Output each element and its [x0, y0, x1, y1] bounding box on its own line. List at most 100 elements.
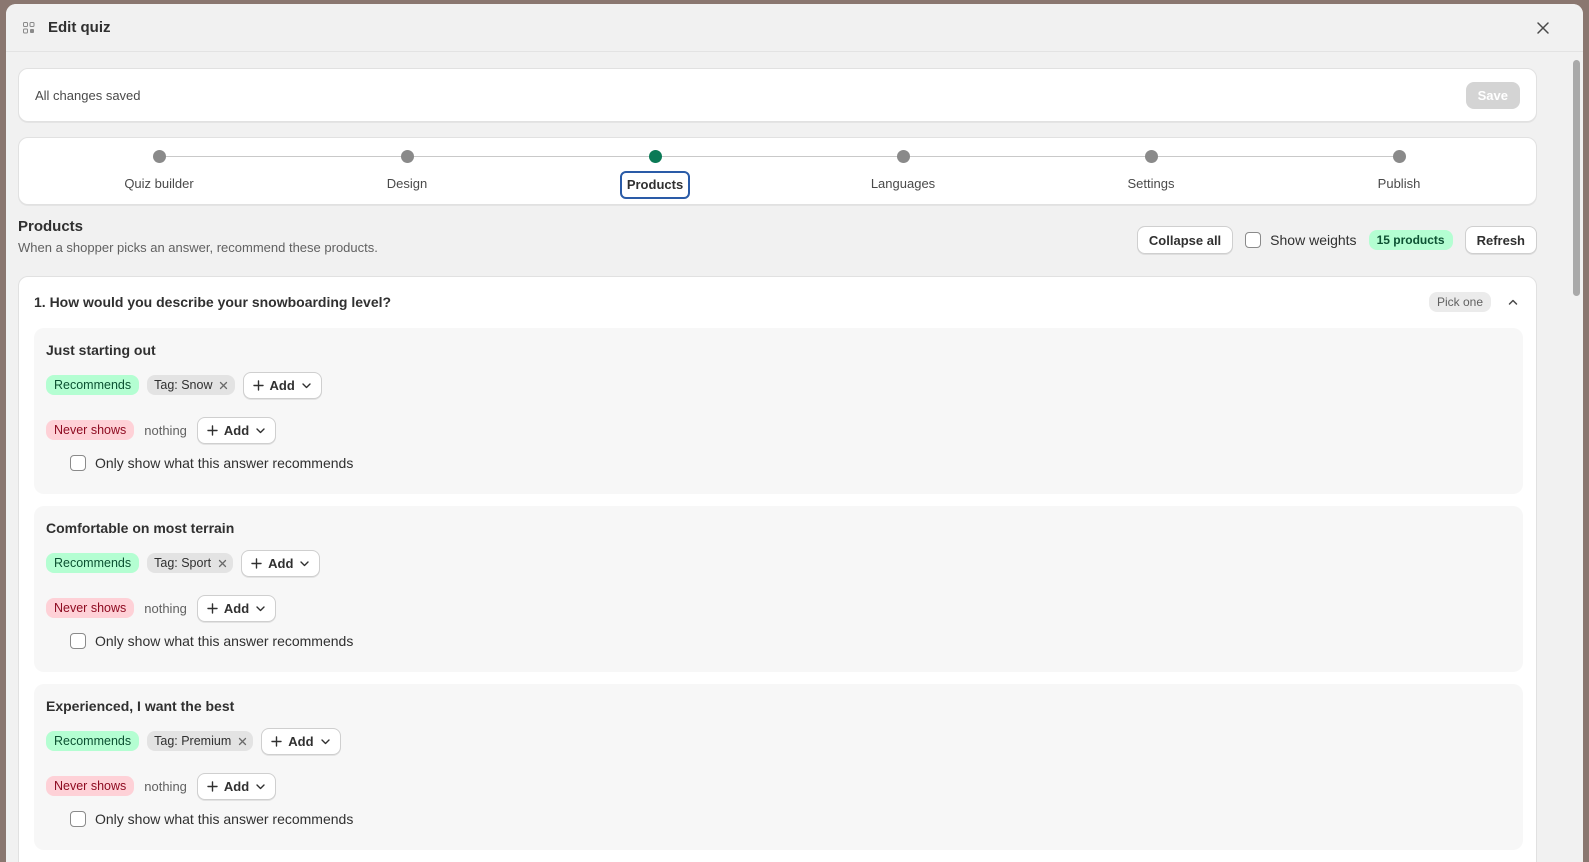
collapse-all-button[interactable]: Collapse all — [1136, 226, 1234, 254]
answer-title: Experienced, I want the best — [46, 698, 235, 714]
add-recommend-button[interactable]: Add — [261, 727, 341, 755]
add-label: Add — [223, 778, 250, 794]
only-show-label: Only show what this answer recommends — [95, 455, 354, 471]
answer-card: Just starting out Recommends Tag: Snow A… — [34, 328, 1523, 494]
answer-title: Just starting out — [46, 342, 156, 358]
step-label: Languages — [870, 176, 936, 191]
plus-icon — [207, 780, 218, 792]
tag-label: Tag: Sport — [154, 556, 212, 570]
modal-header: Edit quiz — [6, 4, 1583, 52]
add-recommend-button[interactable]: Add — [242, 371, 322, 399]
add-exclude-button[interactable]: Add — [196, 594, 277, 622]
save-bar: All changes saved Save — [18, 68, 1537, 122]
recommends-pill: Recommends — [46, 553, 140, 573]
never-shows-pill: Never shows — [46, 776, 135, 796]
step-design[interactable]: Design — [327, 138, 487, 206]
show-weights-toggle[interactable]: Show weights — [1245, 232, 1357, 248]
edit-quiz-modal: Edit quiz All changes saved Save Quiz bu… — [6, 4, 1583, 862]
question-title: 1. How would you describe your snowboard… — [34, 294, 392, 310]
tag-chip: Tag: Sport — [147, 553, 234, 573]
never-shows-pill: Never shows — [46, 598, 135, 618]
products-section-header: Products When a shopper picks an answer,… — [18, 218, 1537, 262]
only-show-option[interactable]: Only show what this answer recommends — [70, 455, 353, 471]
plus-icon — [207, 424, 218, 436]
step-label: Settings — [1127, 176, 1175, 191]
plus-icon — [252, 379, 264, 391]
chevron-down-icon — [256, 427, 265, 433]
only-show-label: Only show what this answer recommends — [95, 811, 354, 827]
only-show-option[interactable]: Only show what this answer recommends — [70, 633, 353, 649]
refresh-button[interactable]: Refresh — [1464, 226, 1537, 254]
only-show-checkbox[interactable] — [70, 633, 86, 649]
save-status: All changes saved — [35, 87, 141, 103]
add-label: Add — [223, 600, 250, 616]
modal-title: Edit quiz — [48, 19, 111, 36]
step-quiz-builder[interactable]: Quiz builder — [79, 138, 239, 206]
step-publish[interactable]: Publish — [1319, 138, 1479, 206]
remove-tag-icon[interactable] — [217, 558, 227, 568]
step-languages[interactable]: Languages — [823, 138, 983, 206]
step-dot — [401, 150, 414, 163]
chevron-down-icon — [256, 605, 265, 611]
never-shows-row: Never shows nothing Add — [46, 416, 277, 444]
step-label: Design — [386, 176, 428, 191]
step-label: Publish — [1377, 176, 1421, 191]
recommends-row: Recommends Tag: Premium Add — [46, 727, 341, 755]
chevron-up-icon[interactable] — [1505, 294, 1521, 310]
only-show-option[interactable]: Only show what this answer recommends — [70, 811, 353, 827]
tag-chip: Tag: Snow — [147, 375, 235, 395]
add-label: Add — [269, 377, 295, 393]
close-icon[interactable] — [1533, 18, 1553, 38]
remove-tag-icon[interactable] — [219, 380, 229, 390]
tag-label: Tag: Snow — [154, 378, 213, 392]
recommends-pill: Recommends — [46, 731, 140, 751]
step-dot — [153, 150, 166, 163]
app-grid-icon — [22, 21, 36, 35]
chevron-down-icon — [302, 382, 311, 388]
answer-card: Comfortable on most terrain Recommends T… — [34, 506, 1523, 672]
add-label: Add — [223, 422, 250, 438]
modal-content: All changes saved Save Quiz builder Desi… — [6, 52, 1569, 862]
scrollbar-thumb[interactable] — [1573, 60, 1580, 296]
step-dot — [1145, 150, 1158, 163]
answer-card: Experienced, I want the best Recommends … — [34, 684, 1523, 850]
only-show-checkbox[interactable] — [70, 811, 86, 827]
plus-icon — [207, 602, 218, 614]
never-shows-pill: Never shows — [46, 420, 135, 440]
stepper: Quiz builder Design Products Languages S… — [18, 137, 1537, 205]
recommends-row: Recommends Tag: Sport Add — [46, 549, 321, 577]
header-actions: Collapse all Show weights 15 products Re… — [1136, 226, 1537, 254]
nothing-label: nothing — [144, 600, 187, 616]
plus-icon — [271, 735, 282, 747]
pick-mode-badge: Pick one — [1428, 292, 1491, 312]
step-settings[interactable]: Settings — [1071, 138, 1231, 206]
answer-title: Comfortable on most terrain — [46, 520, 235, 536]
show-weights-label: Show weights — [1270, 232, 1357, 248]
add-exclude-button[interactable]: Add — [196, 416, 277, 444]
save-button[interactable]: Save — [1465, 81, 1520, 109]
never-shows-row: Never shows nothing Add — [46, 772, 277, 800]
step-products[interactable]: Products — [575, 138, 735, 206]
add-exclude-button[interactable]: Add — [196, 772, 277, 800]
show-weights-checkbox[interactable] — [1245, 232, 1262, 248]
add-label: Add — [268, 555, 294, 571]
step-label: Products — [619, 171, 691, 199]
only-show-checkbox[interactable] — [70, 455, 86, 471]
chevron-down-icon — [320, 738, 330, 744]
plus-icon — [251, 557, 262, 569]
add-label: Add — [288, 733, 314, 749]
recommends-pill: Recommends — [46, 375, 140, 395]
tag-label: Tag: Premium — [154, 734, 232, 748]
step-label: Quiz builder — [124, 176, 194, 191]
remove-tag-icon[interactable] — [237, 736, 247, 746]
recommends-row: Recommends Tag: Snow Add — [46, 371, 322, 399]
question-card: 1. How would you describe your snowboard… — [18, 276, 1537, 862]
step-dot — [1393, 150, 1406, 163]
question-header[interactable]: 1. How would you describe your snowboard… — [19, 277, 1536, 327]
nothing-label: nothing — [144, 422, 187, 438]
only-show-label: Only show what this answer recommends — [95, 633, 354, 649]
chevron-down-icon — [300, 560, 310, 566]
step-dot — [897, 150, 910, 163]
products-count-badge: 15 products — [1368, 230, 1453, 250]
add-recommend-button[interactable]: Add — [241, 549, 321, 577]
